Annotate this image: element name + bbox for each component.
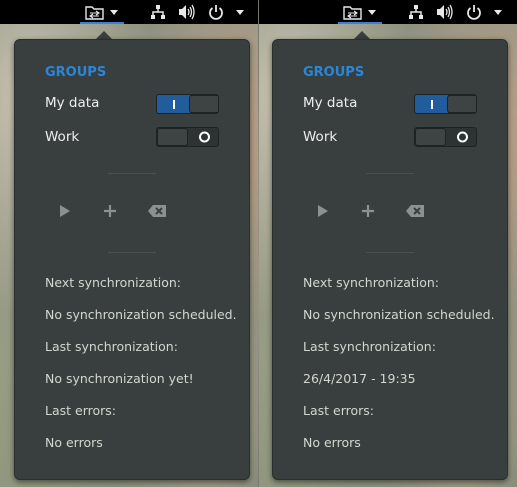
work-toggle[interactable] (414, 127, 477, 147)
sync-extension-indicator[interactable] (338, 0, 382, 24)
sync-extension-icon (85, 6, 104, 20)
play-icon (318, 205, 328, 217)
volume-indicator[interactable] (436, 0, 454, 24)
network-indicator[interactable] (150, 0, 166, 24)
sync-extension-icon (343, 6, 362, 20)
switch-knob (157, 128, 188, 146)
sync-menu-panel: GROUPS My data Work Next synchronization… (14, 39, 250, 480)
next-sync-label: Next synchronization: (303, 275, 440, 290)
sync-now-button[interactable] (55, 200, 75, 222)
separator (108, 173, 156, 174)
add-icon (362, 205, 374, 217)
last-sync-value: No synchronization yet! (45, 371, 194, 386)
network-indicator[interactable] (408, 0, 424, 24)
power-icon (467, 5, 481, 20)
group-label-work: Work (303, 129, 338, 145)
sync-extension-indicator[interactable] (80, 0, 124, 24)
add-group-button[interactable] (100, 200, 120, 222)
switch-off-indicator (199, 131, 210, 143)
switch-on-indicator (157, 95, 190, 113)
delete-icon (406, 205, 424, 217)
last-sync-label: Last synchronization: (303, 339, 436, 354)
switch-knob (189, 95, 218, 113)
active-indicator (338, 22, 382, 24)
groups-heading: GROUPS (45, 65, 107, 80)
separator (366, 173, 414, 174)
switch-knob (415, 128, 446, 146)
network-icon (151, 5, 165, 19)
next-sync-value: No synchronization scheduled. (45, 307, 237, 322)
chevron-down-icon (110, 9, 118, 15)
delete-icon (148, 205, 166, 217)
separator (366, 252, 414, 253)
network-icon (409, 5, 423, 19)
last-errors-value: No errors (45, 435, 103, 450)
power-icon (209, 5, 223, 20)
action-bar (313, 200, 433, 222)
my-data-toggle[interactable] (156, 94, 219, 114)
switch-on-indicator (415, 95, 448, 113)
volume-icon (437, 4, 453, 20)
group-label-work: Work (45, 129, 80, 145)
add-icon (104, 205, 116, 217)
groups-heading: GROUPS (303, 65, 365, 80)
top-bar (0, 0, 258, 24)
screenshot-left: GROUPS My data Work Next synchronization… (0, 0, 258, 487)
switch-off-indicator (457, 131, 468, 143)
action-bar (55, 200, 175, 222)
group-label-my-data: My data (45, 95, 100, 111)
add-group-button[interactable] (358, 200, 378, 222)
chevron-down-icon (494, 9, 502, 15)
active-indicator (80, 22, 124, 24)
volume-icon (179, 4, 195, 20)
sync-menu-panel: GROUPS My data Work Next synchronization… (272, 39, 508, 480)
switch-knob (447, 95, 476, 113)
power-menu[interactable] (208, 0, 244, 24)
next-sync-label: Next synchronization: (45, 275, 182, 290)
last-errors-label: Last errors: (303, 403, 374, 418)
top-bar (259, 0, 517, 24)
sync-now-button[interactable] (313, 200, 333, 222)
play-icon (60, 205, 70, 217)
work-toggle[interactable] (156, 127, 219, 147)
last-sync-value: 26/4/2017 - 19:35 (303, 371, 416, 386)
remove-group-button[interactable] (145, 200, 169, 222)
chevron-down-icon (368, 9, 376, 15)
power-menu[interactable] (466, 0, 502, 24)
last-errors-value: No errors (303, 435, 361, 450)
screenshot-right: GROUPS My data Work Next synchronization… (259, 0, 517, 487)
my-data-toggle[interactable] (414, 94, 477, 114)
next-sync-value: No synchronization scheduled. (303, 307, 495, 322)
last-errors-label: Last errors: (45, 403, 116, 418)
volume-indicator[interactable] (178, 0, 196, 24)
remove-group-button[interactable] (403, 200, 427, 222)
group-label-my-data: My data (303, 95, 358, 111)
chevron-down-icon (236, 9, 244, 15)
separator (108, 252, 156, 253)
last-sync-label: Last synchronization: (45, 339, 178, 354)
